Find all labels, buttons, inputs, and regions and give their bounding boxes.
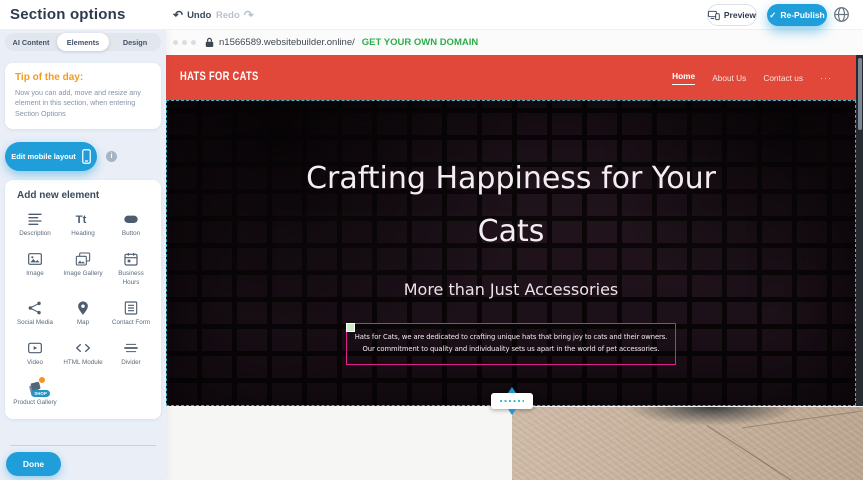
- hero-paragraph-selected[interactable]: Hats for Cats, we are dedicated to craft…: [346, 323, 676, 365]
- element-image[interactable]: Image: [11, 251, 59, 286]
- element-grid: Description Tt Heading Button Image Imag…: [11, 211, 155, 407]
- shop-badge: SHOP: [31, 390, 50, 397]
- tip-title: Tip of the day:: [15, 72, 151, 83]
- hero-subtitle[interactable]: More than Just Accessories: [167, 280, 855, 299]
- heading-icon: Tt: [75, 211, 91, 227]
- element-business-hours[interactable]: Business Hours: [107, 251, 155, 286]
- tip-of-the-day-card: Tip of the day: Now you can add, move an…: [5, 63, 161, 129]
- html-module-icon: [75, 340, 91, 356]
- undo-label: Undo: [187, 10, 211, 21]
- description-icon: [27, 211, 43, 227]
- new-feature-badge: [38, 376, 46, 384]
- element-divider[interactable]: Divider: [107, 340, 155, 367]
- scrollbar-thumb[interactable]: [858, 58, 862, 130]
- info-icon[interactable]: i: [106, 151, 117, 162]
- nav-item-contact-us[interactable]: Contact us: [763, 73, 803, 83]
- preview-scrollbar[interactable]: [856, 55, 863, 406]
- resize-grip-icon: [500, 400, 524, 402]
- phone-icon: [82, 149, 91, 164]
- next-section-background: [166, 406, 512, 480]
- section-options-panel: AI Content Elements Design Tip of the da…: [0, 30, 166, 480]
- nav-more-icon[interactable]: ···: [820, 73, 832, 83]
- element-product-gallery[interactable]: SHOP Product Gallery: [11, 380, 59, 407]
- get-domain-link[interactable]: GET YOUR OWN DOMAIN: [362, 37, 478, 48]
- element-description[interactable]: Description: [11, 211, 59, 238]
- element-social-media[interactable]: Social Media: [11, 300, 59, 327]
- tab-ai-content[interactable]: AI Content: [5, 33, 57, 51]
- done-button[interactable]: Done: [6, 452, 61, 476]
- site-header: HATS FOR CATS Home About Us Contact us ·…: [166, 55, 856, 100]
- preview-button[interactable]: Preview: [707, 4, 757, 26]
- next-section-photo: [512, 407, 863, 480]
- element-map[interactable]: Map: [59, 300, 107, 327]
- check-icon: ✓: [769, 10, 776, 21]
- selection-drag-handle[interactable]: [346, 323, 355, 332]
- svg-text:Tt: Tt: [76, 214, 87, 226]
- section-resize-handle[interactable]: [491, 393, 533, 409]
- window-dots-icon: [173, 40, 196, 45]
- undo-button[interactable]: ↶ Undo: [173, 0, 211, 30]
- resize-up-arrow-icon: [508, 387, 516, 393]
- hero-title[interactable]: Crafting Happiness for Your Cats: [301, 101, 721, 258]
- nav-item-about-us[interactable]: About Us: [712, 73, 746, 83]
- divider-icon: [123, 340, 139, 356]
- element-image-gallery[interactable]: Image Gallery: [59, 251, 107, 286]
- element-contact-form[interactable]: Contact Form: [107, 300, 155, 327]
- tip-body: Now you can add, move and resize any ele…: [15, 88, 151, 119]
- map-icon: [75, 300, 91, 316]
- redo-button[interactable]: Redo ↷: [216, 0, 254, 30]
- element-html-module[interactable]: HTML Module: [59, 340, 107, 367]
- redo-icon: ↷: [244, 9, 254, 21]
- tab-design[interactable]: Design: [109, 33, 161, 51]
- social-media-icon: [27, 300, 43, 316]
- image-gallery-icon: [75, 251, 91, 267]
- redo-label: Redo: [216, 10, 240, 21]
- image-icon: [27, 251, 43, 267]
- site-preview-canvas: HATS FOR CATS Home About Us Contact us ·…: [166, 55, 863, 480]
- sidebar-divider: [10, 445, 156, 446]
- site-url: n1566589.websitebuilder.online/: [219, 37, 355, 48]
- republish-button[interactable]: ✓ Re-Publish: [767, 4, 827, 26]
- resize-down-arrow-icon: [508, 409, 516, 415]
- top-toolbar: Section options ↶ Undo Redo ↷ Preview ✓ …: [0, 0, 863, 30]
- globe-icon: [833, 6, 850, 23]
- hero-section-selected[interactable]: Crafting Happiness for Your Cats More th…: [166, 100, 856, 406]
- button-icon: [123, 211, 139, 227]
- element-heading[interactable]: Tt Heading: [59, 211, 107, 238]
- business-hours-icon: [123, 251, 139, 267]
- element-video[interactable]: Video: [11, 340, 59, 367]
- language-globe-button[interactable]: [833, 6, 850, 23]
- devices-icon: [708, 10, 720, 21]
- undo-icon: ↶: [173, 9, 183, 21]
- page-title: Section options: [10, 0, 126, 30]
- app-window: Section options ↶ Undo Redo ↷ Preview ✓ …: [0, 0, 863, 480]
- republish-label: Re-Publish: [780, 10, 824, 20]
- element-button[interactable]: Button: [107, 211, 155, 238]
- contact-form-icon: [123, 300, 139, 316]
- tab-elements[interactable]: Elements: [57, 33, 109, 51]
- add-element-card: Add new element Description Tt Heading B…: [5, 180, 161, 419]
- add-element-title: Add new element: [17, 190, 155, 201]
- browser-address-bar: n1566589.websitebuilder.online/ GET YOUR…: [166, 30, 863, 55]
- lock-icon: [205, 37, 214, 48]
- edit-mobile-layout-button[interactable]: Edit mobile layout: [5, 142, 97, 171]
- preview-label: Preview: [724, 10, 756, 20]
- site-logo[interactable]: HATS FOR CATS: [180, 69, 259, 83]
- site-nav: Home About Us Contact us ···: [672, 55, 832, 100]
- nav-item-home[interactable]: Home: [672, 71, 695, 85]
- panel-tabs: AI Content Elements Design: [5, 33, 161, 51]
- video-icon: [27, 340, 43, 356]
- edit-mobile-label: Edit mobile layout: [11, 152, 76, 161]
